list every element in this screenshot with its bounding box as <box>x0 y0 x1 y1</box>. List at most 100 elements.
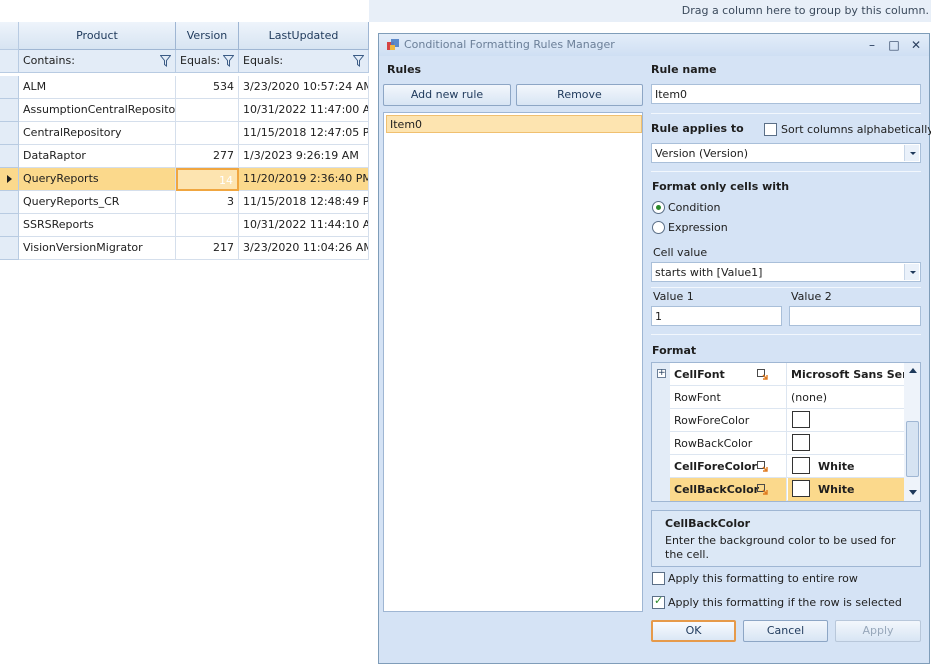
value1-input[interactable]: 1 <box>651 306 782 326</box>
cancel-button[interactable]: Cancel <box>743 620 828 642</box>
ok-button[interactable]: OK <box>651 620 736 642</box>
property-row-rowforecolor[interactable]: RowForeColor <box>652 409 904 432</box>
cell-product[interactable]: VisionVersionMigrator <box>19 237 176 260</box>
property-value[interactable]: (none) <box>788 386 904 409</box>
cell-product[interactable]: QueryReports_CR <box>19 191 176 214</box>
add-new-rule-button[interactable]: Add new rule <box>383 84 511 106</box>
cell-version[interactable] <box>176 122 239 145</box>
row-indicator[interactable] <box>0 122 19 145</box>
table-row[interactable]: QueryReports_CR 3 11/15/2018 12:48:49 PM <box>0 191 369 214</box>
sort-alphabetically-checkbox[interactable] <box>764 123 777 136</box>
cell-lastupdated[interactable]: 3/23/2020 10:57:24 AM <box>239 76 369 99</box>
cell-version[interactable]: 277 <box>176 145 239 168</box>
close-button[interactable]: ✕ <box>907 36 925 54</box>
cell-lastupdated[interactable]: 3/23/2020 11:04:26 AM <box>239 237 369 260</box>
applies-to-select[interactable]: Version (Version) <box>651 143 921 163</box>
cell-product[interactable]: ALM <box>19 76 176 99</box>
cell-version[interactable] <box>176 99 239 122</box>
property-row-cellfont[interactable]: + CellFont Microsoft Sans Serif, <box>652 363 904 386</box>
scroll-up-icon[interactable] <box>909 368 917 373</box>
property-value[interactable] <box>788 409 904 432</box>
cell-product[interactable]: SSRSReports <box>19 214 176 237</box>
row-indicator[interactable] <box>0 191 19 214</box>
cell-product[interactable]: AssumptionCentralRepository <box>19 99 176 122</box>
chevron-down-icon[interactable] <box>904 145 919 161</box>
property-row-rowbackcolor[interactable]: RowBackColor <box>652 432 904 455</box>
minimize-button[interactable]: – <box>863 36 881 54</box>
filter-cell-product[interactable]: Contains: <box>19 50 176 73</box>
filter-icon[interactable] <box>353 55 364 67</box>
scroll-thumb[interactable] <box>906 421 919 477</box>
cell-lastupdated[interactable]: 11/15/2018 12:48:49 PM <box>239 191 369 214</box>
maximize-button[interactable]: □ <box>885 36 903 54</box>
property-gutter <box>652 432 670 455</box>
property-value[interactable]: Microsoft Sans Serif, <box>788 363 904 386</box>
row-indicator[interactable] <box>0 145 19 168</box>
dialog-titlebar[interactable]: Conditional Formatting Rules Manager – □… <box>379 34 929 56</box>
scroll-down-icon[interactable] <box>909 490 917 495</box>
cell-product[interactable]: DataRaptor <box>19 145 176 168</box>
table-row-selected[interactable]: QueryReports 14 11/20/2019 2:36:40 PM <box>0 168 369 191</box>
cell-version[interactable] <box>176 214 239 237</box>
filter-cell-version[interactable]: Equals: <box>176 50 239 73</box>
cell-lastupdated[interactable]: 10/31/2022 11:47:00 AM <box>239 99 369 122</box>
row-indicator[interactable] <box>0 168 19 191</box>
expand-icon[interactable]: + <box>657 369 666 378</box>
table-row[interactable]: AssumptionCentralRepository 10/31/2022 1… <box>0 99 369 122</box>
value2-input[interactable] <box>789 306 921 326</box>
cell-product[interactable]: CentralRepository <box>19 122 176 145</box>
cell-version[interactable]: 217 <box>176 237 239 260</box>
row-selected-checkbox[interactable] <box>652 594 665 609</box>
remove-rule-button[interactable]: Remove <box>516 84 643 106</box>
cell-product[interactable]: QueryReports <box>19 168 176 191</box>
property-value[interactable]: White <box>788 455 904 478</box>
row-indicator[interactable] <box>0 237 19 260</box>
property-value[interactable] <box>788 432 904 455</box>
property-row-cellbackcolor-selected[interactable]: CellBackColor White <box>652 478 904 501</box>
filter-icon[interactable] <box>160 55 171 67</box>
reset-property-icon[interactable] <box>757 461 768 472</box>
column-header-product[interactable]: Product <box>19 22 176 50</box>
condition-radio[interactable] <box>652 201 665 214</box>
row-indicator[interactable] <box>0 76 19 99</box>
cell-lastupdated[interactable]: 10/31/2022 11:44:10 AM <box>239 214 369 237</box>
chevron-down-icon[interactable] <box>904 264 919 280</box>
table-row[interactable]: ALM 534 3/23/2020 10:57:24 AM <box>0 76 369 99</box>
property-row-rowfont[interactable]: RowFont (none) <box>652 386 904 409</box>
reset-property-icon[interactable] <box>757 484 768 495</box>
filter-icon[interactable] <box>223 55 234 67</box>
cell-lastupdated[interactable]: 1/3/2023 9:26:19 AM <box>239 145 369 168</box>
table-row[interactable]: DataRaptor 277 1/3/2023 9:26:19 AM <box>0 145 369 168</box>
rules-list[interactable]: Item0 <box>383 112 643 612</box>
filter-cell-lastupdated[interactable]: Equals: <box>239 50 369 73</box>
row-indicator[interactable] <box>0 99 19 122</box>
group-by-panel[interactable]: Drag a column here to group by this colu… <box>369 0 931 22</box>
cell-version[interactable]: 534 <box>176 76 239 99</box>
format-property-grid[interactable]: + CellFont Microsoft Sans Serif, RowFont… <box>651 362 921 502</box>
expression-radio[interactable] <box>652 221 665 234</box>
conditional-formatting-dialog: Conditional Formatting Rules Manager – □… <box>378 33 931 664</box>
filter-operator-label: Equals: <box>243 54 284 67</box>
cell-version-focused[interactable]: 14 <box>176 168 239 191</box>
table-row[interactable]: SSRSReports 10/31/2022 11:44:10 AM <box>0 214 369 237</box>
row-indicator[interactable] <box>0 214 19 237</box>
reset-property-icon[interactable] <box>757 369 768 380</box>
entire-row-checkbox[interactable] <box>652 572 665 585</box>
group-by-hint: Drag a column here to group by this colu… <box>681 4 929 17</box>
property-row-cellforecolor[interactable]: CellForeColor White <box>652 455 904 478</box>
color-swatch <box>792 434 810 451</box>
cell-lastupdated[interactable]: 11/15/2018 12:47:05 PM <box>239 122 369 145</box>
property-grid-scrollbar[interactable] <box>904 363 920 501</box>
cell-lastupdated[interactable]: 11/20/2019 2:36:40 PM <box>239 168 369 191</box>
property-value[interactable]: White <box>788 478 904 501</box>
table-row[interactable]: CentralRepository 11/15/2018 12:47:05 PM <box>0 122 369 145</box>
header-indicator-cell <box>0 22 19 50</box>
apply-button[interactable]: Apply <box>835 620 921 642</box>
column-header-version[interactable]: Version <box>176 22 239 50</box>
cell-version[interactable]: 3 <box>176 191 239 214</box>
rule-name-input[interactable]: Item0 <box>651 84 921 104</box>
table-row[interactable]: VisionVersionMigrator 217 3/23/2020 11:0… <box>0 237 369 260</box>
rule-list-item[interactable]: Item0 <box>386 115 642 133</box>
cell-value-select[interactable]: starts with [Value1] <box>651 262 921 282</box>
column-header-lastupdated[interactable]: LastUpdated <box>239 22 369 50</box>
